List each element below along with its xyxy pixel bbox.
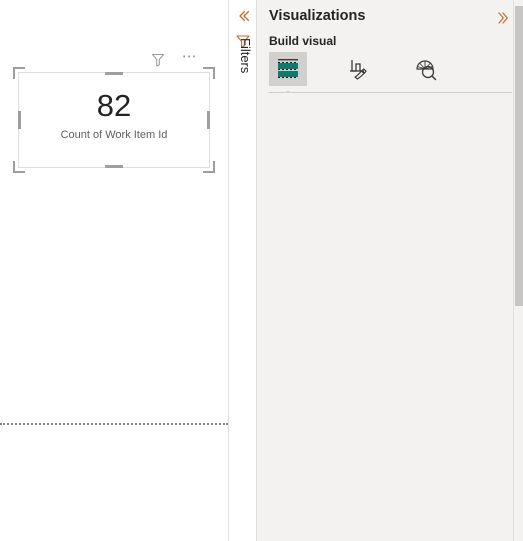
more-options-ellipsis-icon[interactable]: ⋯ (180, 49, 200, 70)
chevron-double-right-icon[interactable] (494, 9, 512, 27)
visual-header-toolbar: ⋯ (148, 49, 206, 70)
filters-pane-collapsed[interactable]: Filters (228, 0, 257, 541)
visual-pane-tabs (267, 52, 512, 93)
resize-handle-top[interactable] (105, 72, 123, 75)
resize-handle-bottom-right[interactable] (203, 161, 215, 173)
build-visual-heading: Build visual (269, 34, 337, 48)
tab-build-visual[interactable] (269, 52, 307, 86)
page-title: Visualizations (269, 8, 366, 24)
tabs-underline (269, 92, 512, 93)
visualizations-pane-scrollbar-thumb[interactable] (515, 6, 523, 306)
card-visual-label: Count of Work Item Id (60, 129, 168, 141)
tab-format-visual[interactable] (339, 52, 377, 86)
page-section-divider (0, 423, 228, 425)
chevron-double-left-icon[interactable] (233, 6, 253, 26)
visualizations-pane: Visualizations Build visual (256, 0, 523, 541)
power-bi-report-editor: ⋯ 82 Count of Work Item Id Filters Visua… (0, 0, 523, 541)
tab-analytics[interactable] (407, 52, 445, 86)
resize-handle-bottom-left[interactable] (13, 161, 25, 173)
report-canvas[interactable]: ⋯ 82 Count of Work Item Id (0, 0, 228, 541)
resize-handle-right[interactable] (207, 111, 210, 129)
card-visual-value: 82 (96, 88, 132, 123)
resize-handle-left[interactable] (18, 111, 21, 129)
resize-handle-top-right[interactable] (203, 67, 215, 79)
resize-handle-top-left[interactable] (13, 67, 25, 79)
card-visual[interactable]: 82 Count of Work Item Id (13, 67, 215, 173)
resize-handle-bottom[interactable] (105, 165, 123, 168)
pane-hairline (513, 0, 514, 541)
funnel-icon[interactable] (148, 50, 168, 70)
filters-pane-label[interactable]: Filters (233, 38, 253, 94)
